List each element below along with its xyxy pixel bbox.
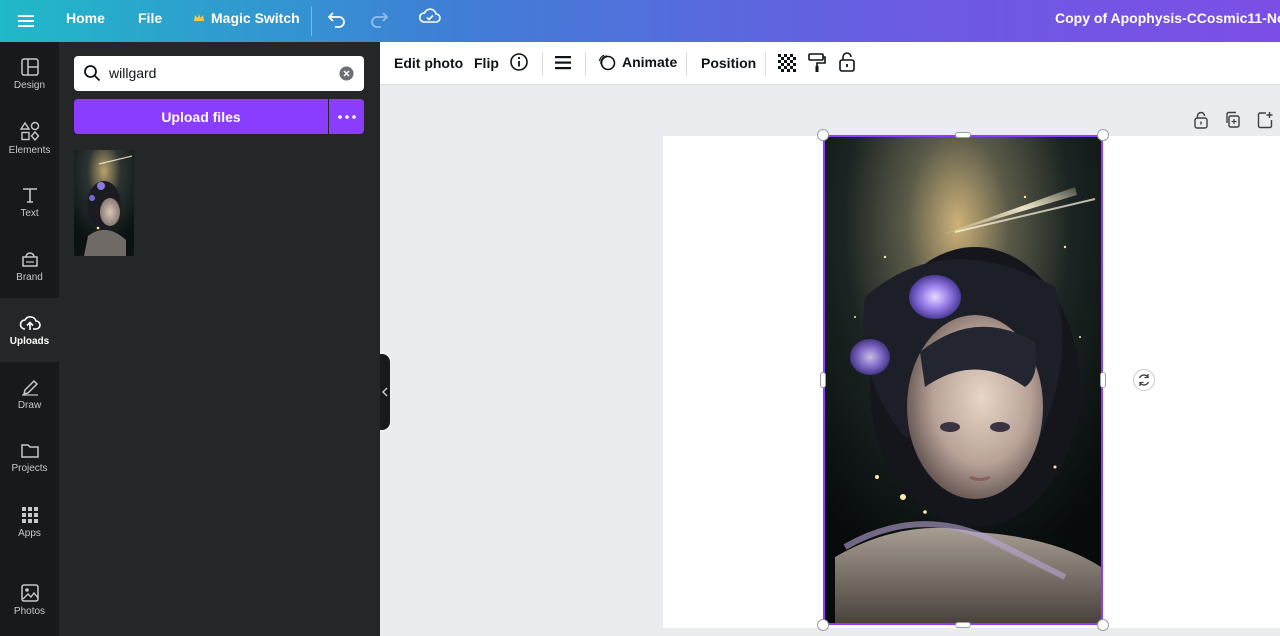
rail-item-apps[interactable]: Apps	[0, 490, 59, 554]
more-options-button[interactable]	[329, 99, 364, 134]
toolbar-divider	[686, 52, 687, 76]
search-box	[74, 56, 364, 91]
resize-handle-top-right[interactable]	[1097, 129, 1109, 141]
animate-icon	[598, 54, 616, 71]
rail-item-uploads[interactable]: Uploads	[0, 298, 59, 362]
crown-icon	[194, 14, 204, 21]
cloud-saved-icon[interactable]	[418, 6, 442, 26]
search-input[interactable]	[109, 62, 329, 84]
toolbar-divider	[585, 52, 586, 76]
animate-label: Animate	[622, 54, 678, 70]
uploads-panel: Upload files	[59, 42, 380, 636]
cloud-upload-icon	[19, 315, 41, 330]
rotate-handle[interactable]	[1133, 369, 1155, 391]
text-icon	[22, 187, 37, 203]
rail-item-brand[interactable]: Brand	[0, 234, 59, 298]
cosmic-portrait-image	[825, 137, 1101, 623]
upload-files-button[interactable]: Upload files	[74, 99, 328, 134]
top-bar: Home File Magic Switch Copy of Apophysis…	[0, 0, 1280, 42]
resize-handle-bottom-right[interactable]	[1097, 619, 1109, 631]
context-toolbar: Edit photo Flip Animate Position	[380, 42, 1280, 85]
resize-handle-top-left[interactable]	[817, 129, 829, 141]
rail-item-elements[interactable]: Elements	[0, 106, 59, 170]
portrait-thumbnail-image	[74, 150, 134, 256]
document-title[interactable]: Copy of Apophysis-CCosmic11-No1-M	[1055, 10, 1280, 26]
menu-button[interactable]	[0, 0, 52, 42]
nav-file[interactable]: File	[138, 10, 162, 26]
rail-label: Apps	[18, 527, 41, 539]
rail-item-draw[interactable]: Draw	[0, 362, 59, 426]
magic-switch-button[interactable]: Magic Switch	[193, 10, 300, 26]
rotate-icon	[1138, 374, 1150, 386]
left-rail: Design Elements Text Brand Uploads Draw …	[0, 42, 59, 636]
toolbar-divider	[765, 52, 766, 76]
clear-search-icon[interactable]	[339, 66, 354, 81]
resize-handle-top[interactable]	[955, 132, 971, 138]
duplicate-page-icon[interactable]	[1225, 111, 1241, 129]
animate-button[interactable]: Animate	[598, 53, 677, 71]
copy-style-icon[interactable]	[808, 53, 826, 73]
rail-label: Draw	[17, 399, 42, 411]
transparency-icon[interactable]	[778, 54, 796, 72]
topbar-divider	[311, 6, 312, 36]
rail-item-projects[interactable]: Projects	[0, 426, 59, 490]
info-icon[interactable]	[509, 52, 529, 72]
undo-icon[interactable]	[326, 8, 348, 30]
border-style-icon[interactable]	[554, 54, 572, 72]
rail-label: Text	[20, 207, 39, 219]
hamburger-icon	[18, 15, 34, 27]
edit-photo-button[interactable]: Edit photo	[394, 55, 463, 71]
flip-button[interactable]: Flip	[474, 55, 499, 71]
resize-handle-bottom[interactable]	[955, 622, 971, 628]
pen-icon	[21, 379, 38, 396]
rail-item-photos[interactable]: Photos	[0, 568, 59, 632]
rail-label: Elements	[8, 144, 51, 156]
rail-label: Design	[13, 79, 46, 91]
add-page-icon[interactable]	[1257, 111, 1273, 129]
rail-label: Projects	[11, 462, 48, 474]
collapse-panel-handle[interactable]	[380, 354, 390, 430]
rail-label: Brand	[16, 271, 43, 283]
lock-icon[interactable]	[838, 52, 856, 72]
shapes-icon	[19, 121, 39, 141]
rail-label: Photos	[13, 605, 46, 617]
rail-label: Uploads	[9, 335, 50, 347]
grid-icon	[21, 506, 38, 523]
resize-handle-bottom-left[interactable]	[817, 619, 829, 631]
position-button[interactable]: Position	[701, 55, 756, 71]
resize-handle-right[interactable]	[1100, 372, 1106, 388]
chevron-left-icon	[382, 387, 388, 397]
lock-page-icon[interactable]	[1193, 111, 1209, 129]
uploaded-image-thumbnail[interactable]	[74, 150, 134, 256]
image-icon	[20, 583, 39, 602]
toolbar-divider	[542, 52, 543, 76]
resize-handle-left[interactable]	[820, 372, 826, 388]
nav-home[interactable]: Home	[66, 10, 105, 26]
rail-item-text[interactable]: Text	[0, 170, 59, 234]
selected-photo[interactable]	[823, 135, 1103, 625]
search-icon	[84, 65, 101, 82]
magic-switch-label: Magic Switch	[211, 10, 300, 26]
layout-icon	[20, 57, 39, 76]
folder-icon	[20, 443, 39, 458]
redo-icon[interactable]	[368, 8, 390, 30]
more-horizontal-icon	[337, 114, 356, 119]
brand-icon	[21, 251, 38, 267]
rail-item-design[interactable]: Design	[0, 42, 59, 106]
